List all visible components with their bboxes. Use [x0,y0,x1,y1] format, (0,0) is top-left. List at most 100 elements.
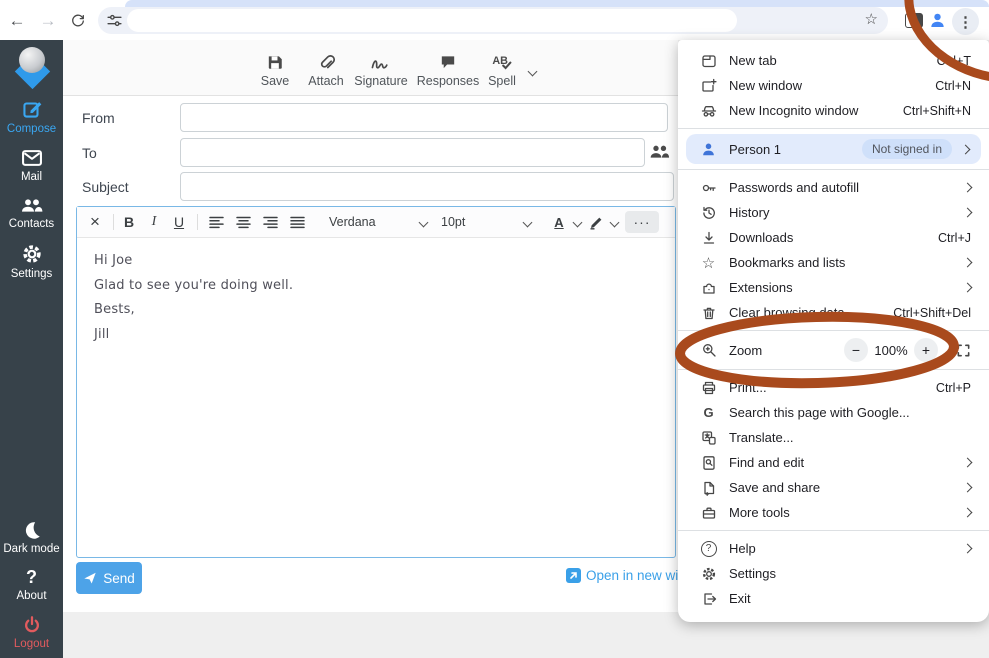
menu-item-new-window[interactable]: New window Ctrl+N [678,73,989,98]
sidebar-item-settings[interactable]: Settings [0,243,63,280]
compose-icon [0,98,63,120]
zoom-out-button[interactable]: − [844,338,868,362]
menu-item-profile[interactable]: Person 1 Not signed in [686,134,981,164]
forward-button[interactable]: → [37,10,59,32]
action-label: Responses [417,74,480,88]
menu-shortcut: Ctrl+Shift+Del [893,306,971,320]
align-center-button[interactable] [232,207,254,237]
sidebar-item-dark-mode[interactable]: Dark mode [0,520,63,555]
clear-format-button[interactable]: × [85,207,105,237]
reload-button[interactable] [67,10,89,32]
help-icon [700,541,717,557]
menu-item-find-and-edit[interactable]: Find and edit [678,450,989,475]
menu-item-downloads[interactable]: Downloads Ctrl+J [678,225,989,250]
from-label: From [82,110,115,126]
message-body[interactable]: Hi Joe Glad to see you're doing well. Be… [77,237,675,557]
open-in-new-window-link[interactable]: Open in new window [566,568,678,583]
body-line: Hi Joe [94,249,658,274]
menu-item-more-tools[interactable]: More tools [678,500,989,525]
sidebar-item-label: Dark mode [3,543,59,555]
menu-item-settings[interactable]: Settings [678,561,989,586]
subject-field[interactable] [180,172,674,201]
responses-button[interactable]: Responses [415,49,481,88]
side-panel-icon[interactable] [905,13,923,28]
menu-item-passwords-and-autofill[interactable]: Passwords and autofill [678,175,989,200]
font-size-select[interactable]: 10pt [441,207,537,237]
menu-label: New Incognito window [729,103,858,118]
menu-item-exit[interactable]: Exit [678,586,989,611]
highlight-caret[interactable] [610,218,620,228]
sidebar-item-compose[interactable]: Compose [0,98,63,135]
roundcube-logo[interactable] [10,46,54,90]
browser-menu-button[interactable]: ⋮ [952,8,979,35]
menu-label: Clear browsing data [729,305,845,320]
from-field[interactable] [180,103,668,132]
zoom-magnifier-icon [700,342,717,358]
align-justify-button[interactable] [286,207,308,237]
action-label: Signature [354,74,408,88]
key-icon [700,180,717,196]
fullscreen-button[interactable] [956,343,971,358]
menu-item-new-tab[interactable]: New tab Ctrl+T [678,48,989,73]
profile-name: Person 1 [729,142,781,157]
chevron-right-icon [963,258,973,268]
italic-button[interactable]: I [144,207,164,237]
tab-strip[interactable] [125,0,989,7]
menu-label: History [729,205,769,220]
add-contact-button[interactable] [648,141,672,161]
chevron-right-icon [963,208,973,218]
font-color-button[interactable]: A [549,207,569,237]
menu-item-print[interactable]: Print... Ctrl+P [678,375,989,400]
action-label: Spell [488,74,516,88]
font-color-caret[interactable] [573,218,583,228]
spell-dropdown-caret[interactable] [528,67,538,77]
menu-item-new-incognito-window[interactable]: New Incognito window Ctrl+Shift+N [678,98,989,123]
save-button[interactable]: Save [253,49,297,88]
sidebar-item-about[interactable]: ? About [0,567,63,602]
zoom-value: 100% [868,343,914,358]
sidebar-item-logout[interactable]: Logout [0,615,63,650]
bold-button[interactable]: B [119,207,139,237]
sidebar-item-contacts[interactable]: Contacts [0,195,63,230]
address-bar[interactable]: ☆ [98,7,888,34]
sidebar-item-mail[interactable]: Mail [0,148,63,183]
font-family-select[interactable]: Verdana [329,207,433,237]
back-button[interactable]: ← [6,10,28,32]
align-left-button[interactable] [205,207,227,237]
menu-shortcut: Ctrl+J [938,231,971,245]
chevron-right-icon [963,458,973,468]
spell-button[interactable]: AB Spell [483,49,521,88]
highlight-button[interactable] [585,207,607,237]
zoom-in-button[interactable]: + [914,338,938,362]
google-g-icon [700,405,717,420]
menu-item-extensions[interactable]: Extensions [678,275,989,300]
to-field[interactable] [180,138,645,167]
signature-button[interactable]: Signature [351,49,411,88]
menu-label: Search this page with Google... [729,405,910,420]
send-button[interactable]: Send [76,562,142,594]
chevron-right-icon [963,508,973,518]
sidebar-item-label: About [16,590,46,602]
menu-item-search-with-google[interactable]: Search this page with Google... [678,400,989,425]
url-input[interactable] [127,9,737,32]
mail-sidebar: Compose Mail Contacts Settings [0,40,63,658]
more-formatting-button[interactable]: ··· [625,211,659,233]
menu-item-history[interactable]: History [678,200,989,225]
profile-button[interactable] [928,11,947,30]
align-right-button[interactable] [259,207,281,237]
menu-item-help[interactable]: Help [678,536,989,561]
bookmark-star-icon[interactable]: ☆ [865,10,878,28]
menu-item-clear-browsing-data[interactable]: Clear browsing data Ctrl+Shift+Del [678,300,989,325]
menu-item-bookmarks-and-lists[interactable]: ☆ Bookmarks and lists [678,250,989,275]
attach-button[interactable]: Attach [303,49,349,88]
power-icon [0,615,63,635]
download-icon [700,230,717,246]
menu-item-save-and-share[interactable]: Save and share [678,475,989,500]
underline-button[interactable]: U [169,207,189,237]
contacts-icon [0,195,63,215]
site-settings-icon[interactable] [106,12,123,29]
settings-gear-icon [0,243,63,265]
body-line: Jill [94,323,658,348]
mail-icon [0,148,63,168]
menu-item-translate[interactable]: Translate... [678,425,989,450]
